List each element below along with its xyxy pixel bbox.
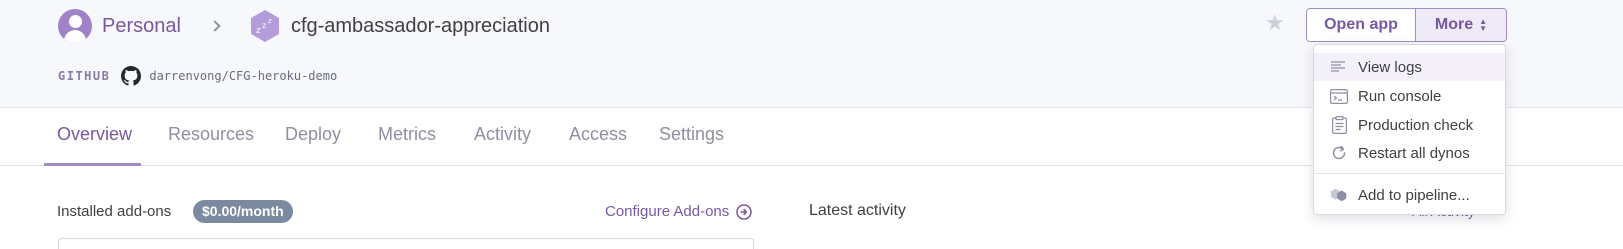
more-dropdown-menu: View logs Run console Production check R… xyxy=(1313,44,1506,215)
svg-text:z: z xyxy=(268,17,272,25)
menu-item-add-to-pipeline[interactable]: Add to pipeline... xyxy=(1314,181,1505,209)
tab-metrics[interactable]: Metrics xyxy=(378,124,436,145)
github-repo-link[interactable]: darrenvong/CFG-heroku-demo xyxy=(149,69,337,83)
menu-item-production-check[interactable]: Production check xyxy=(1314,111,1505,139)
open-app-button[interactable]: Open app xyxy=(1307,9,1416,41)
pipeline-icon xyxy=(1330,186,1348,204)
menu-item-restart-dynos[interactable]: Restart all dynos xyxy=(1314,139,1505,167)
restart-icon xyxy=(1330,144,1348,162)
latest-activity-heading: Latest activity xyxy=(809,202,906,219)
github-label: GITHUB xyxy=(58,69,111,83)
configure-addons-link[interactable]: Configure Add-ons xyxy=(605,203,752,220)
star-icon[interactable]: ★ xyxy=(1265,12,1285,34)
console-icon xyxy=(1330,87,1348,105)
breadcrumb-owner-link[interactable]: Personal xyxy=(102,15,181,38)
svg-text:z: z xyxy=(262,21,266,30)
breadcrumb: Personal z z z cfg-ambassador-appreciati… xyxy=(58,9,550,43)
menu-item-label: Restart all dynos xyxy=(1358,144,1470,162)
arrow-circle-right-icon xyxy=(736,203,752,220)
more-button[interactable]: More ▲ ▼ xyxy=(1416,9,1506,41)
app-name: cfg-ambassador-appreciation xyxy=(290,14,550,37)
menu-item-label: Production check xyxy=(1358,116,1474,134)
tab-deploy[interactable]: Deploy xyxy=(285,124,341,145)
menu-item-label: Add to pipeline... xyxy=(1358,186,1470,204)
user-avatar-icon[interactable] xyxy=(58,9,92,43)
github-icon xyxy=(121,66,142,86)
menu-item-run-console[interactable]: Run console xyxy=(1314,82,1505,110)
menu-divider xyxy=(1314,173,1505,174)
menu-item-label: View logs xyxy=(1358,58,1422,76)
configure-addons-label: Configure Add-ons xyxy=(605,203,730,220)
menu-item-label: Run console xyxy=(1358,87,1442,105)
addons-cost-badge: $0.00/month xyxy=(193,200,293,223)
tab-resources[interactable]: Resources xyxy=(168,124,254,145)
up-down-chevron-icon: ▲ ▼ xyxy=(1479,17,1488,33)
addons-card xyxy=(58,238,754,249)
tab-activity[interactable]: Activity xyxy=(474,124,531,145)
menu-item-view-logs[interactable]: View logs xyxy=(1314,53,1505,81)
svg-text:z: z xyxy=(256,26,261,36)
tab-access[interactable]: Access xyxy=(569,124,627,145)
installed-addons-heading: Installed add-ons xyxy=(57,203,172,220)
header-button-group: Open app More ▲ ▼ xyxy=(1306,8,1507,42)
active-tab-indicator xyxy=(44,163,141,166)
more-button-label: More xyxy=(1434,16,1474,33)
clipboard-icon xyxy=(1330,116,1348,134)
logs-icon xyxy=(1330,58,1348,76)
github-connection: GITHUB darrenvong/CFG-heroku-demo xyxy=(58,66,337,86)
tab-settings[interactable]: Settings xyxy=(659,124,724,145)
chevron-right-icon xyxy=(209,20,221,32)
sleeping-app-icon: z z z xyxy=(250,10,279,42)
tab-overview[interactable]: Overview xyxy=(57,124,132,145)
